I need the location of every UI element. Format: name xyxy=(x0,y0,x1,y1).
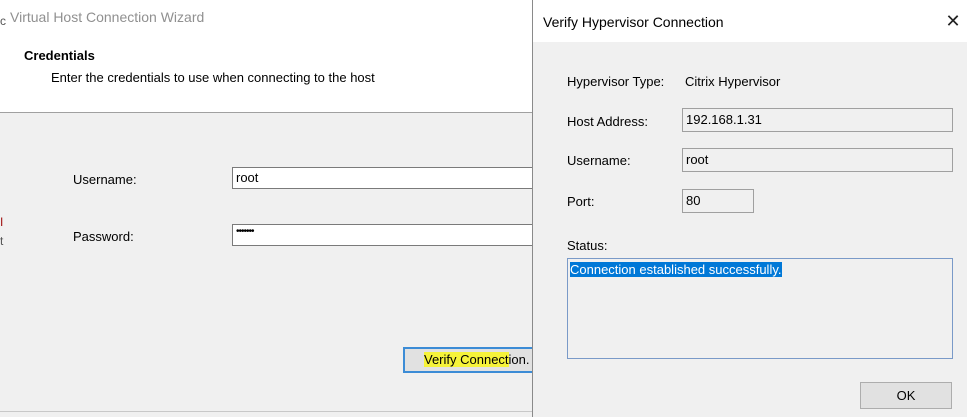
verify-hypervisor-connection-dialog: Verify Hypervisor Connection ✕ Hyperviso… xyxy=(532,0,967,417)
verify-button-label-highlighted: Verify Connect xyxy=(424,352,509,367)
status-label: Status: xyxy=(567,238,608,253)
verify-button-label-rest: ion. xyxy=(508,352,530,367)
password-label: Password: xyxy=(73,229,134,244)
dialog-titlebar: Verify Hypervisor Connection ✕ xyxy=(533,0,967,42)
username-label: Username: xyxy=(567,153,631,168)
status-message: Connection established successfully. xyxy=(570,262,782,277)
hypervisor-type-value: Citrix Hypervisor xyxy=(685,74,781,89)
username-field[interactable]: root xyxy=(682,148,953,172)
verify-connection-button[interactable]: Verify Connection. xyxy=(403,347,543,373)
edge-text-fragment: t xyxy=(0,234,4,248)
status-textarea[interactable]: Connection established successfully. xyxy=(567,258,953,359)
password-input[interactable]: ••••••• xyxy=(232,224,542,246)
wizard-title: Virtual Host Connection Wizard xyxy=(10,9,205,25)
username-label: Username: xyxy=(73,172,137,187)
host-address-field[interactable]: 192.168.1.31 xyxy=(682,108,953,132)
edge-text-fragment: c xyxy=(0,14,6,28)
port-label: Port: xyxy=(567,194,595,209)
edge-text-fragment: I xyxy=(0,215,4,229)
close-icon[interactable]: ✕ xyxy=(939,6,967,36)
port-field[interactable]: 80 xyxy=(682,189,754,213)
hypervisor-type-label: Hypervisor Type: xyxy=(567,74,665,89)
step-title: Credentials xyxy=(24,48,95,63)
dialog-title: Verify Hypervisor Connection xyxy=(543,14,724,30)
username-input[interactable]: root xyxy=(232,167,542,189)
ok-button[interactable]: OK xyxy=(860,382,952,409)
host-address-label: Host Address: xyxy=(567,114,648,129)
step-description: Enter the credentials to use when connec… xyxy=(51,70,375,85)
